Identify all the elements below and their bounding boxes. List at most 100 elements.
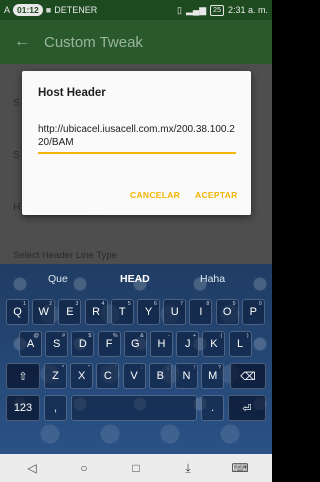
settings-item: S	[13, 98, 20, 109]
key-hint: :	[141, 365, 143, 371]
key-r[interactable]: R4	[84, 299, 108, 325]
suggestion-word[interactable]: Haha	[200, 273, 225, 285]
key-x-label: X	[78, 370, 86, 382]
back-triangle-icon[interactable]: ◁	[20, 461, 44, 475]
back-arrow-icon[interactable]: ←	[0, 33, 44, 51]
key-hint: +	[192, 333, 197, 339]
key-hint: &	[140, 333, 144, 339]
key-p[interactable]: P0	[241, 299, 265, 325]
key-e[interactable]: E3	[58, 299, 82, 325]
key-z-label: Z	[52, 370, 59, 382]
key-h-label: H	[157, 338, 166, 350]
status-action[interactable]: DETENER	[54, 5, 97, 15]
shift-key-label: ⇧	[18, 370, 28, 383]
backspace-key-label: ⌫	[240, 370, 256, 383]
key-c[interactable]: C '	[96, 363, 120, 389]
key-hint: $	[88, 333, 92, 339]
app-bar: ← Custom Tweak	[0, 20, 272, 64]
key-hint: 9	[232, 301, 236, 307]
key-l[interactable]: L)	[228, 331, 252, 357]
vibrate-icon: ▯	[176, 4, 182, 15]
key-y-label: Y	[144, 306, 153, 318]
symbols-key-label: 123	[13, 402, 33, 414]
key-y[interactable]: Y6	[137, 299, 160, 325]
settings-item: H	[13, 202, 21, 213]
settings-item: S	[13, 150, 20, 161]
key-o-label: O	[222, 306, 232, 318]
page-title: Custom Tweak	[44, 33, 143, 51]
period-key[interactable]: .	[201, 395, 224, 421]
accept-button[interactable]: ACEPTAR	[195, 190, 238, 200]
key-k-label: K	[210, 338, 218, 350]
symbols-key[interactable]: 123	[6, 395, 40, 421]
key-s[interactable]: S #	[45, 331, 69, 357]
key-hint: 1	[22, 301, 26, 307]
key-x[interactable]: X "	[70, 363, 94, 389]
key-hint: 7	[180, 301, 184, 307]
key-o[interactable]: O9	[215, 299, 239, 325]
enter-key[interactable]: ⏎	[228, 395, 266, 421]
call-timer: 01:12	[13, 4, 43, 16]
key-c-label: C	[103, 370, 112, 382]
backspace-key[interactable]: ⌫	[230, 363, 266, 389]
key-g[interactable]: G &	[123, 331, 147, 357]
key-hint: 8	[206, 301, 210, 307]
key-q-label: Q	[13, 306, 22, 318]
key-p-label: P	[249, 306, 257, 318]
key-h[interactable]: H-	[150, 331, 173, 357]
key-hint: 6	[153, 301, 157, 307]
dialog-title: Host Header	[38, 87, 106, 99]
key-w-label: W	[38, 306, 49, 318]
key-f-label: F	[105, 338, 113, 350]
key-j[interactable]: J +	[176, 331, 200, 357]
key-hint: (	[220, 333, 223, 339]
section-header: Select Header Line Type	[13, 250, 117, 261]
status-clock: 2:31 a. m.	[227, 5, 268, 15]
shift-key[interactable]: ⇧	[6, 363, 40, 389]
space-key[interactable]	[71, 395, 197, 421]
key-n[interactable]: N!	[175, 363, 198, 389]
suggestion-word[interactable]: HEAD	[120, 273, 150, 285]
key-u[interactable]: U7	[163, 299, 187, 325]
cancel-button[interactable]: CANCELAR	[130, 190, 180, 200]
suggestion-word[interactable]: Que	[48, 273, 68, 285]
key-i[interactable]: I8	[189, 299, 213, 325]
key-hint: #	[62, 333, 66, 339]
download-icon[interactable]: ⤓	[176, 461, 200, 476]
key-n-label: N	[182, 370, 191, 382]
comma-key-label: ,	[53, 402, 58, 414]
key-s-label: S	[53, 338, 61, 350]
status-separator: ■	[45, 5, 52, 15]
key-i-label: I	[199, 306, 203, 318]
key-v[interactable]: V:	[122, 363, 146, 389]
key-hint: *	[61, 365, 64, 371]
key-u-label: U	[170, 306, 179, 318]
key-q[interactable]: Q1	[6, 299, 29, 325]
key-z[interactable]: Z *	[44, 363, 67, 389]
recents-square-icon[interactable]: □	[124, 461, 148, 475]
suggestion-bar: Que HEAD Haha	[0, 264, 272, 294]
home-circle-icon[interactable]: ○	[72, 461, 96, 475]
comma-key[interactable]: ,	[44, 395, 67, 421]
host-header-input[interactable]: http://ubicacel.iusacell.com.mx/200.38.1…	[38, 123, 236, 154]
key-f[interactable]: F%	[97, 331, 121, 357]
key-e-label: E	[66, 306, 74, 318]
key-hint: '	[115, 365, 117, 371]
key-hint: 5	[127, 301, 131, 307]
enter-key-label: ⏎	[242, 402, 252, 415]
key-d[interactable]: D $	[71, 331, 95, 357]
key-b[interactable]: B;	[148, 363, 172, 389]
key-m[interactable]: M?	[201, 363, 225, 389]
key-k[interactable]: K(	[202, 331, 226, 357]
key-hint: %	[112, 333, 118, 339]
period-key-label: .	[210, 402, 215, 414]
keyboard-icon[interactable]: ⌨	[228, 461, 252, 475]
key-l-label: L	[237, 338, 244, 350]
key-d-label: D	[78, 338, 87, 350]
key-hint: 2	[49, 301, 53, 307]
key-hint: 4	[101, 301, 105, 307]
key-t[interactable]: T5	[110, 299, 134, 325]
key-w[interactable]: W2	[32, 299, 56, 325]
key-a-label: A	[26, 338, 35, 350]
key-a[interactable]: A @	[19, 331, 42, 357]
